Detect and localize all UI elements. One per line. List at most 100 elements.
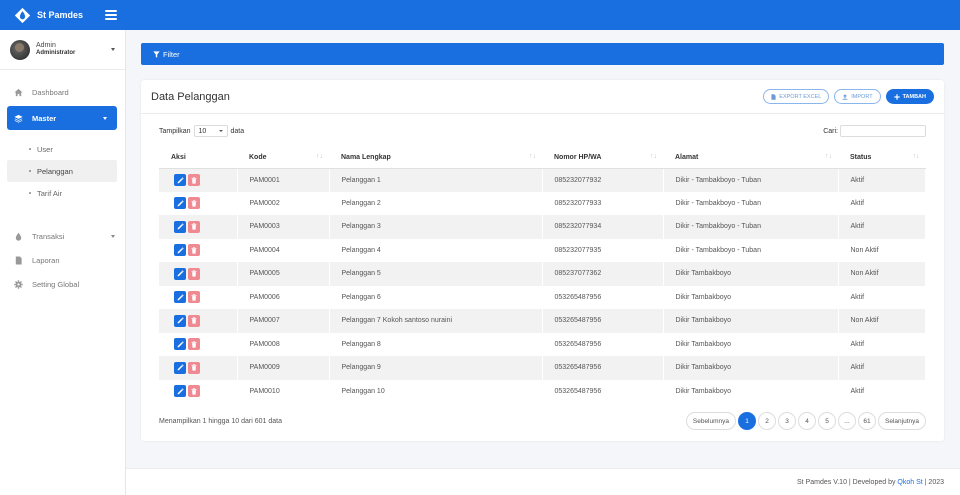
edit-button[interactable]	[174, 361, 186, 374]
sidebar-item-laporan[interactable]: Laporan	[0, 248, 125, 272]
cell-aksi	[159, 309, 238, 333]
pencil-icon	[177, 176, 184, 183]
sidebar: Admin Administrator Dashboard Master Use…	[0, 30, 126, 495]
sidebar-subitem-label: Pelanggan	[37, 166, 73, 176]
delete-button[interactable]	[188, 385, 200, 398]
column-header-status[interactable]: Status ↑↓	[838, 147, 926, 169]
upload-icon	[842, 93, 848, 100]
delete-button[interactable]	[188, 267, 200, 280]
add-customer-button[interactable]: TAMBAH	[885, 89, 934, 104]
delete-button[interactable]	[188, 220, 200, 233]
cell-kode: PAM0008	[237, 332, 330, 356]
page-length-value: 10	[198, 127, 207, 135]
pagination-page-5[interactable]: 5	[818, 412, 837, 430]
footer-developer-link[interactable]: Qkoh St	[897, 479, 922, 486]
pagination-page-2[interactable]: 2	[758, 412, 777, 430]
edit-button[interactable]	[174, 244, 186, 257]
pencil-icon	[177, 388, 184, 395]
cell-status: Aktif	[838, 215, 926, 239]
pencil-icon	[177, 270, 184, 277]
edit-button[interactable]	[174, 314, 186, 327]
filter-toggle-button[interactable]: Filter	[141, 43, 944, 65]
edit-button[interactable]	[174, 267, 186, 280]
table-row: PAM0003 Pelanggan 3 085232077934 Dikir - Ta…	[159, 215, 926, 239]
cell-status: Non Aktif	[838, 262, 926, 286]
customer-data-card: Data Pelanggan EXPORT EXCEL IMPORT TAMBA…	[141, 80, 944, 441]
table-info: Menampilkan 1 hingga 10 dari 601 data	[159, 418, 282, 425]
customer-table: Aksi Kode ↑↓ Nama Lengkap ↑↓ Nomor HP/WA ↑↓…	[159, 147, 926, 403]
sidebar-nav: Dashboard Master User Pelanggan Tarif Ai…	[0, 70, 125, 296]
delete-button[interactable]	[188, 197, 200, 210]
edit-button[interactable]	[174, 197, 186, 210]
show-entries-label: Tampilkan	[159, 127, 191, 135]
column-header-kode[interactable]: Kode ↑↓	[237, 147, 329, 169]
sidebar-item-transaksi[interactable]: Transaksi	[0, 224, 125, 248]
column-header-nomor-hp[interactable]: Nomor HP/WA ↑↓	[542, 147, 663, 169]
delete-button[interactable]	[188, 314, 200, 327]
search-input[interactable]	[840, 125, 926, 137]
edit-button[interactable]	[174, 174, 186, 186]
search-group: Cari:	[823, 125, 926, 137]
cell-nomor-hp: 085237077362	[542, 262, 664, 286]
cell-status: Non Aktif	[838, 238, 926, 262]
sidebar-subitem-user[interactable]: User	[7, 138, 117, 160]
trash-icon	[191, 246, 197, 254]
table-row: PAM0007 Pelanggan 7 Kokoh santoso nuraini…	[159, 309, 926, 333]
table-row: PAM0004 Pelanggan 4 085232077935 Dikir - Ta…	[159, 238, 926, 262]
pencil-icon	[177, 364, 184, 371]
sidebar-item-setting-global[interactable]: Setting Global	[0, 272, 125, 296]
sidebar-item-master[interactable]: Master	[7, 106, 117, 130]
file-excel-icon	[771, 93, 776, 100]
cell-nama: Pelanggan 2	[329, 191, 543, 215]
delete-button[interactable]	[188, 291, 200, 304]
cell-alamat: Dikir - Tambakboyo - Tuban	[663, 168, 839, 192]
export-excel-button[interactable]: EXPORT EXCEL	[763, 89, 830, 104]
page-length-select[interactable]: 10	[193, 125, 228, 137]
edit-button[interactable]	[174, 338, 186, 351]
chevron-down-icon	[218, 130, 223, 132]
column-header-alamat[interactable]: Alamat ↑↓	[663, 147, 838, 169]
sidebar-subitem-pelanggan[interactable]: Pelanggan	[7, 160, 117, 182]
footer: St Pamdes V.10 | Developed by Qkoh St | …	[126, 468, 960, 495]
pencil-icon	[177, 317, 184, 324]
table-row: PAM0009 Pelanggan 9 053265487956 Dikir Tamb…	[159, 356, 926, 380]
cell-aksi	[159, 285, 238, 309]
edit-button[interactable]	[174, 291, 186, 304]
brand-logo-icon	[14, 7, 31, 23]
sidebar-item-label: Dashboard	[32, 87, 69, 97]
chevron-down-icon	[111, 234, 115, 238]
delete-button[interactable]	[188, 174, 200, 186]
cell-nomor-hp: 085232077934	[542, 215, 664, 239]
pagination-page-3[interactable]: 3	[778, 412, 797, 430]
delete-button[interactable]	[188, 361, 200, 374]
pagination-previous-button[interactable]: Sebelumnya	[685, 412, 737, 430]
pagination-ellipsis: ...	[838, 412, 857, 430]
import-button[interactable]: IMPORT	[834, 89, 881, 104]
delete-button[interactable]	[188, 244, 200, 257]
edit-button[interactable]	[174, 220, 186, 233]
cell-nomor-hp: 085232077935	[542, 238, 664, 262]
cell-aksi	[159, 215, 238, 239]
cell-nomor-hp: 053265487956	[542, 379, 664, 403]
user-panel[interactable]: Admin Administrator	[0, 30, 125, 70]
table-row: PAM0005 Pelanggan 5 085237077362 Dikir Tamb…	[159, 262, 926, 286]
pagination-next-button[interactable]: Selanjutnya	[878, 412, 926, 430]
drop-icon	[14, 232, 23, 241]
filter-label: Filter	[163, 49, 180, 59]
pagination-page-61[interactable]: 61	[858, 412, 877, 430]
avatar	[10, 39, 30, 60]
chevron-down-icon[interactable]	[111, 48, 115, 51]
menu-toggle-icon[interactable]	[105, 10, 117, 20]
sidebar-subitem-tarif-air[interactable]: Tarif Air	[7, 182, 117, 204]
delete-button[interactable]	[188, 338, 200, 351]
column-header-nama[interactable]: Nama Lengkap ↑↓	[329, 147, 542, 169]
cell-nama: Pelanggan 6	[329, 285, 543, 309]
edit-button[interactable]	[174, 385, 186, 398]
sidebar-item-dashboard[interactable]: Dashboard	[0, 80, 125, 104]
cell-alamat: Dikir - Tambakboyo - Tuban	[663, 215, 839, 239]
sidebar-item-label: Laporan	[32, 255, 60, 265]
bullet-icon	[29, 170, 31, 172]
pagination-page-1[interactable]: 1	[738, 412, 757, 430]
pagination-page-4[interactable]: 4	[798, 412, 817, 430]
cell-nomor-hp: 053265487956	[542, 356, 664, 380]
